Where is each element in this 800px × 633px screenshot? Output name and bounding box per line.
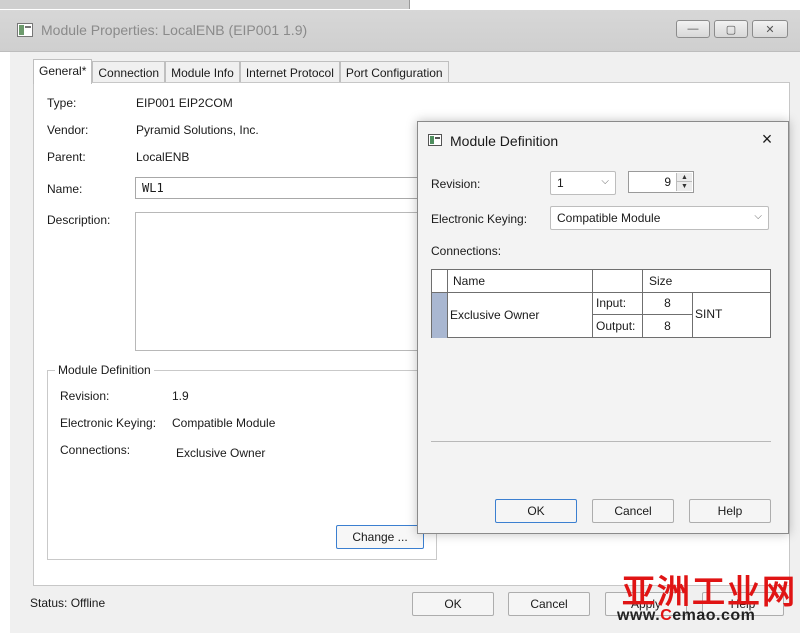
dialog-ok-button[interactable]: OK xyxy=(495,499,577,523)
tab-module-info[interactable]: Module Info xyxy=(165,61,240,84)
description-label: Description: xyxy=(47,213,111,227)
revision-major-select[interactable]: 1 ⌵ xyxy=(550,171,616,195)
dialog-close-icon[interactable]: × xyxy=(758,130,776,148)
maximize-icon: ▢ xyxy=(725,23,737,36)
revision-minor-value: 9 xyxy=(664,175,671,189)
output-label-cell: Output: xyxy=(593,315,643,338)
tab-strip: General* Connection Module Info Internet… xyxy=(33,59,449,84)
dialog-connections-label: Connections: xyxy=(431,244,502,258)
electronic-keying-value: Compatible Module xyxy=(172,416,276,430)
module-icon xyxy=(17,23,33,37)
header-size: Size xyxy=(643,270,770,293)
watermark-url-brand: C xyxy=(660,607,673,624)
electronic-keying-label: Electronic Keying: xyxy=(60,416,157,430)
watermark-logo-text: 亚洲工业网 xyxy=(622,572,797,611)
minimize-icon: — xyxy=(687,23,699,35)
watermark-url-rest: emao.com xyxy=(672,607,756,624)
input-label-cell: Input: xyxy=(593,293,643,315)
chevron-down-icon: ⌵ xyxy=(754,211,762,222)
parent-value: LocalENB xyxy=(136,150,190,164)
vendor-label: Vendor: xyxy=(47,123,89,137)
watermark-url: www.Cemao.com xyxy=(617,607,755,625)
name-input[interactable]: WL1 xyxy=(135,177,435,199)
tab-general[interactable]: General* xyxy=(33,59,93,84)
change-button[interactable]: Change ... xyxy=(336,525,424,549)
connections-value: Exclusive Owner xyxy=(176,446,266,460)
parent-label: Parent: xyxy=(47,150,86,164)
data-type-cell[interactable]: SINT xyxy=(693,293,770,338)
header-blank xyxy=(593,270,643,293)
chevron-down-icon: ⌵ xyxy=(601,176,609,187)
watermark-url-prefix: www. xyxy=(617,607,661,624)
tab-internet-protocol[interactable]: Internet Protocol xyxy=(239,61,340,84)
minimize-button[interactable]: — xyxy=(676,20,710,38)
cancel-button[interactable]: Cancel xyxy=(508,592,590,616)
connections-label: Connections: xyxy=(60,443,131,457)
electronic-keying-select[interactable]: Compatible Module ⌵ xyxy=(550,206,769,230)
close-icon: ✕ xyxy=(765,23,775,36)
tab-connection[interactable]: Connection xyxy=(92,61,166,84)
status-text: Status: Offline xyxy=(30,596,106,610)
connections-table: Name Size Exclusive Owner Input: 8 Outpu… xyxy=(431,269,771,338)
dialog-title: Module Definition xyxy=(450,133,559,149)
spin-up-icon[interactable]: ▲ xyxy=(677,173,692,182)
header-name: Name xyxy=(448,270,593,293)
dialog-help-button[interactable]: Help xyxy=(689,499,771,523)
type-value: EIP001 EIP2COM xyxy=(136,96,233,110)
revision-minor-spinner[interactable]: 9 ▲ ▼ xyxy=(628,171,694,193)
dialog-cancel-button[interactable]: Cancel xyxy=(592,499,674,523)
type-label: Type: xyxy=(47,96,77,110)
connection-name-cell[interactable]: Exclusive Owner xyxy=(448,293,593,338)
output-size-cell[interactable]: 8 xyxy=(643,315,693,338)
vendor-value: Pyramid Solutions, Inc. xyxy=(136,123,259,137)
module-definition-legend: Module Definition xyxy=(55,363,154,377)
name-label: Name: xyxy=(47,182,83,196)
window-title: Module Properties: LocalENB (EIP001 1.9) xyxy=(41,22,308,38)
revision-label: Revision: xyxy=(60,389,110,403)
tab-port-configuration[interactable]: Port Configuration xyxy=(339,61,449,84)
close-button[interactable]: ✕ xyxy=(752,20,788,38)
dialog-separator xyxy=(431,441,771,442)
input-size-cell[interactable]: 8 xyxy=(643,293,693,315)
background-window-edge xyxy=(0,0,800,10)
module-icon xyxy=(428,134,442,146)
row-header-corner xyxy=(432,270,448,293)
spinner-buttons[interactable]: ▲ ▼ xyxy=(676,173,692,191)
description-textarea[interactable] xyxy=(135,212,435,351)
electronic-keying-selected: Compatible Module xyxy=(557,211,661,225)
revision-major-value: 1 xyxy=(557,176,564,190)
dialog-keying-label: Electronic Keying: xyxy=(431,212,528,226)
spin-down-icon[interactable]: ▼ xyxy=(677,182,692,191)
maximize-button[interactable]: ▢ xyxy=(714,20,748,38)
row-selector[interactable] xyxy=(432,293,448,338)
ok-button[interactable]: OK xyxy=(412,592,494,616)
dialog-revision-label: Revision: xyxy=(431,177,481,191)
revision-value: 1.9 xyxy=(172,389,189,403)
